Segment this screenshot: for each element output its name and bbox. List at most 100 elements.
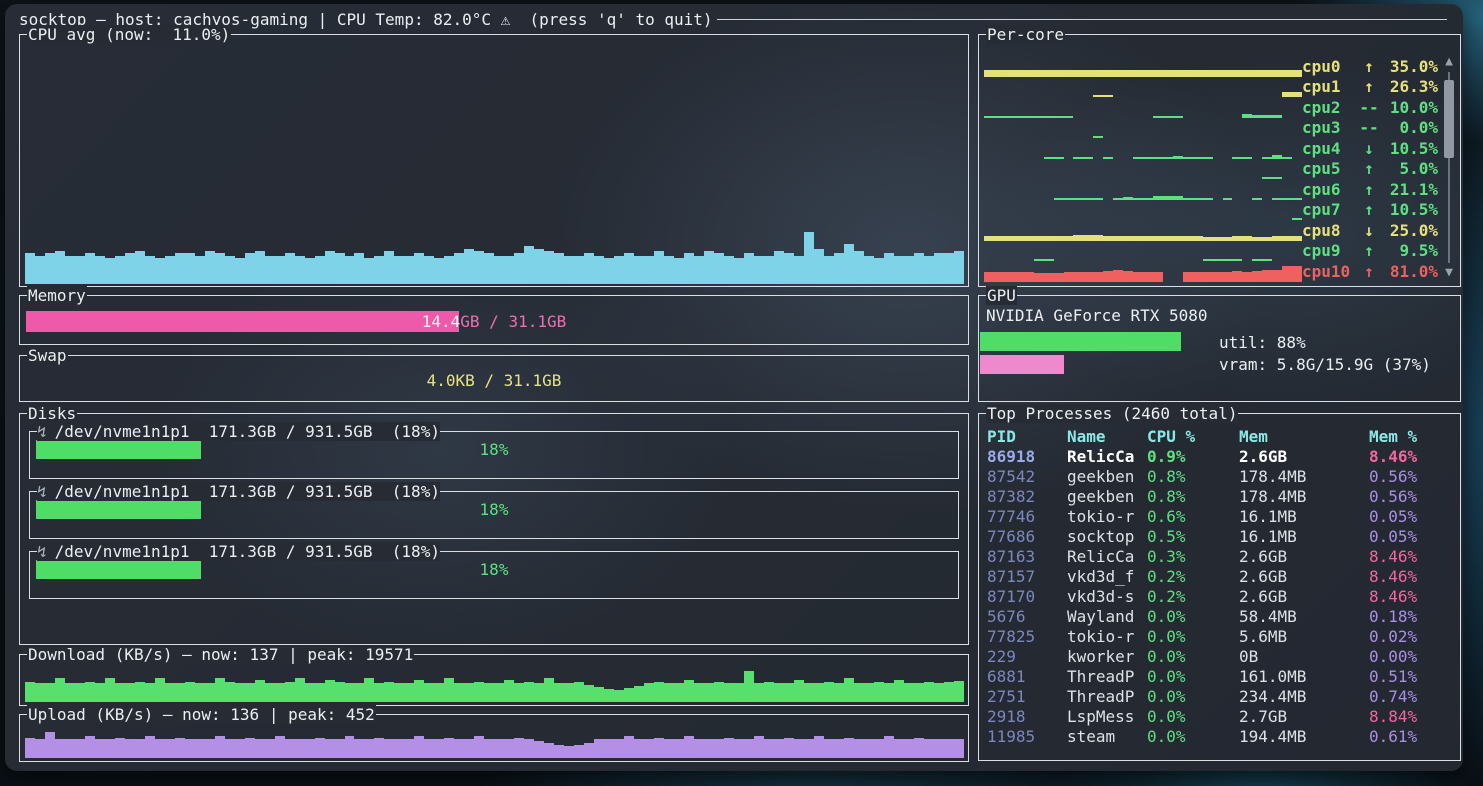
core-trend-icon: ↑: [1358, 57, 1380, 76]
download-bar: [524, 682, 534, 702]
panel-download: Download (KB/s) — now: 137 | peak: 19571: [19, 654, 969, 706]
download-bar: [954, 681, 964, 702]
download-bar: [305, 683, 315, 702]
upload-bar: [255, 739, 265, 758]
download-bar: [484, 683, 494, 702]
download-bar: [255, 680, 265, 702]
core-row-cpu6: cpu6↑21.1%: [984, 179, 1438, 200]
core-spark-bar: [1064, 272, 1074, 282]
cpu-avg-bar: [135, 251, 145, 284]
upload-bar: [774, 739, 784, 758]
process-row[interactable]: 6881ThreadP0.0%161.0MB0.51%: [987, 666, 1454, 686]
process-row[interactable]: 229kworker0.0%0B0.00%: [987, 646, 1454, 666]
per-core-scrollbar[interactable]: ▲ ▼: [1441, 55, 1457, 280]
upload-bar: [335, 739, 345, 758]
scroll-down-icon[interactable]: ▼: [1445, 266, 1453, 280]
core-spark-bar: [1242, 70, 1252, 77]
process-row[interactable]: 87170vkd3d-s0.2%2.6GB8.46%: [987, 586, 1454, 606]
download-bar: [594, 687, 604, 702]
cpu-avg-bar: [374, 256, 384, 284]
upload-bar: [325, 739, 335, 758]
core-sparkline-cpu10: [984, 263, 1302, 282]
upload-bar: [105, 739, 115, 758]
process-row[interactable]: 86918RelicCa0.9%2.6GB8.46%: [987, 446, 1454, 466]
upload-bar: [165, 739, 175, 758]
cpu-avg-bar: [754, 256, 764, 284]
gpu-name: NVIDIA GeForce RTX 5080: [986, 306, 1208, 325]
process-name: geekben: [1067, 487, 1147, 506]
process-row[interactable]: 77686socktop0.5%16.1MB0.05%: [987, 526, 1454, 546]
process-row[interactable]: 87163RelicCa0.3%2.6GB8.46%: [987, 546, 1454, 566]
core-name: cpu3: [1302, 118, 1358, 137]
process-pid: 87382: [987, 487, 1067, 506]
upload-bar: [374, 738, 384, 758]
core-spark-bar: [1203, 272, 1213, 281]
upload-bar: [265, 739, 275, 758]
upload-bar: [145, 736, 155, 758]
per-core-rows: cpu0↑35.0%cpu1↑26.3%cpu2--10.0%cpu3--0.0…: [984, 56, 1438, 282]
download-bar: [85, 682, 95, 702]
upload-bar: [584, 743, 594, 759]
disk-gauge: 18%: [36, 500, 952, 519]
process-row[interactable]: 87157vkd3d_f0.2%2.6GB8.46%: [987, 566, 1454, 586]
process-row[interactable]: 87542geekben0.8%178.4MB0.56%: [987, 466, 1454, 486]
core-spark-bar: [1103, 271, 1113, 281]
upload-bar: [884, 736, 894, 758]
download-bar: [584, 685, 594, 702]
download-bar: [644, 683, 654, 702]
process-mem-percent: 8.46%: [1369, 447, 1454, 466]
download-bar: [794, 680, 804, 702]
upload-bar: [684, 736, 694, 758]
scroll-up-icon[interactable]: ▲: [1445, 55, 1453, 69]
download-bar: [364, 678, 374, 702]
process-row[interactable]: 2751ThreadP0.0%234.4MB0.74%: [987, 686, 1454, 706]
process-cpu-percent: 0.0%: [1147, 727, 1239, 746]
download-bar: [374, 683, 384, 702]
panel-disks: Disks ↯/dev/nvme1n1p1 171.3GB / 931.5GB …: [19, 413, 969, 645]
download-bar: [534, 683, 544, 702]
terminal-window[interactable]: socktop — host: cachyos-gaming | CPU Tem…: [5, 4, 1463, 771]
download-bar: [384, 682, 394, 702]
cpu-avg-bar: [384, 251, 394, 284]
upload-bar: [364, 739, 374, 758]
core-name: cpu9: [1302, 241, 1358, 260]
process-mem-percent: 0.74%: [1369, 687, 1454, 706]
scrollbar-thumb[interactable]: [1444, 80, 1454, 158]
process-cpu-percent: 0.2%: [1147, 587, 1239, 606]
core-name: cpu0: [1302, 57, 1358, 76]
core-label-cpu6: cpu6↑21.1%: [1302, 179, 1438, 200]
cpu-avg-bar: [175, 253, 185, 284]
disk-title: ↯/dev/nvme1n1p1 171.3GB / 931.5GB (18%): [37, 482, 440, 501]
upload-bar: [35, 739, 45, 758]
cpu-avg-bar: [804, 232, 814, 284]
download-bar: [225, 682, 235, 702]
upload-bar: [225, 739, 235, 758]
process-cpu-percent: 0.2%: [1147, 567, 1239, 586]
upload-bar: [724, 738, 734, 758]
upload-bar: [474, 736, 484, 758]
panel-processes-title: Top Processes (2460 total): [986, 404, 1238, 423]
process-row[interactable]: 11985steam0.0%194.4MB0.61%: [987, 726, 1454, 746]
core-spark-bar: [1292, 70, 1302, 77]
cpu-avg-bar: [694, 256, 704, 284]
cpu-avg-bar: [285, 253, 295, 284]
cpu-avg-bar: [724, 256, 734, 284]
upload-bar: [554, 745, 564, 758]
download-bar: [914, 683, 924, 702]
process-row[interactable]: 2918LspMess0.0%2.7GB8.84%: [987, 706, 1454, 726]
process-row[interactable]: 77825tokio-r0.0%5.6MB0.02%: [987, 626, 1454, 646]
column-header-pid: PID: [987, 427, 1067, 446]
core-spark-bar: [1153, 272, 1163, 281]
core-spark-bar: [1054, 273, 1064, 282]
process-cpu-percent: 0.0%: [1147, 707, 1239, 726]
scrollbar-track[interactable]: [1448, 72, 1450, 263]
process-mem: 178.4MB: [1239, 487, 1369, 506]
process-row[interactable]: 5676Wayland0.0%58.4MB0.18%: [987, 606, 1454, 626]
process-row[interactable]: 87382geekben0.8%178.4MB0.56%: [987, 486, 1454, 506]
core-trend-icon: --: [1358, 98, 1380, 117]
core-spark-bar: [1083, 70, 1093, 77]
upload-bar: [394, 739, 404, 758]
core-spark-bar: [1024, 272, 1034, 281]
cpu-avg-chart: [25, 48, 963, 284]
process-row[interactable]: 77746tokio-r0.6%16.1MB0.05%: [987, 506, 1454, 526]
